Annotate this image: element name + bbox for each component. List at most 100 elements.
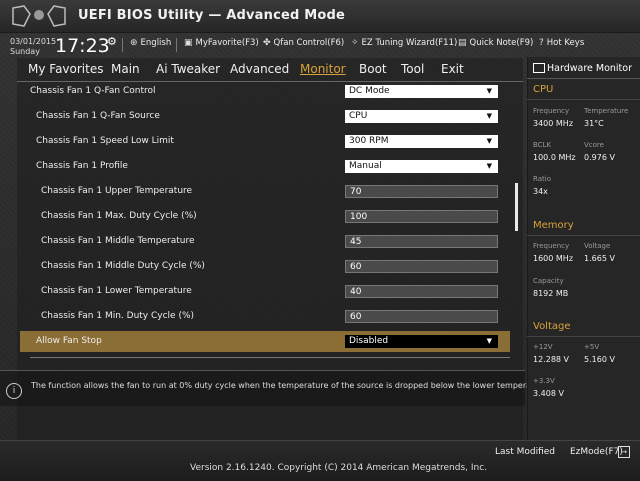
v33-value: 3.408 V — [533, 389, 564, 398]
cpu-temperature-value: 31°C — [584, 119, 604, 128]
quick-note-button[interactable]: ▤ Quick Note(F9) — [458, 38, 533, 48]
setting-label: Chassis Fan 1 Speed Low Limit — [36, 136, 174, 146]
ratio-label: Ratio — [533, 175, 551, 183]
hot-keys-button[interactable]: ? Hot Keys — [539, 38, 584, 48]
tab-exit[interactable]: Exit — [441, 62, 464, 76]
setting-label: Chassis Fan 1 Profile — [36, 161, 128, 171]
cpu-temperature-label: Temperature — [584, 107, 629, 115]
divider — [30, 357, 510, 358]
bclk-value: 100.0 MHz — [533, 153, 576, 162]
ratio-value: 34x — [533, 187, 548, 196]
wizard-label: EZ Tuning Wizard(F11) — [361, 38, 458, 48]
capacity-value: 8192 MB — [533, 289, 569, 298]
memory-frequency-label: Frequency — [533, 242, 570, 250]
app-title: UEFI BIOS Utility — Advanced Mode — [78, 8, 346, 23]
chevron-down-icon: ▼ — [486, 112, 492, 120]
version-text: Version 2.16.1240. Copyright (C) 2014 Am… — [190, 463, 488, 473]
tab-main[interactable]: Main — [111, 62, 140, 76]
language-button[interactable]: ⊕ English — [130, 38, 171, 48]
qfan-source-select[interactable]: CPU ▼ — [345, 110, 498, 123]
v5-label: +5V — [584, 343, 600, 351]
hardware-monitor-title: Hardware Monitor — [547, 63, 632, 74]
tab-tool[interactable]: Tool — [401, 62, 424, 76]
language-label: English — [140, 38, 172, 48]
select-value: Manual — [349, 161, 382, 171]
allow-fan-stop-select[interactable]: Disabled ▼ — [345, 335, 498, 348]
middle-duty-cycle-field[interactable]: 60 — [345, 260, 498, 273]
tab-my-favorites[interactable]: My Favorites — [28, 62, 103, 76]
tab-monitor[interactable]: Monitor — [300, 62, 346, 76]
chevron-down-icon: ▼ — [486, 87, 492, 95]
last-modified-button[interactable]: Last Modified — [495, 447, 555, 457]
max-duty-cycle-field[interactable]: 100 — [345, 210, 498, 223]
select-value: 300 RPM — [349, 136, 389, 146]
setting-label: Allow Fan Stop — [36, 336, 102, 346]
day-text: Sunday — [10, 47, 40, 56]
upper-temperature-field[interactable]: 70 — [345, 185, 498, 198]
memory-voltage-label: Voltage — [584, 242, 611, 250]
select-value: CPU — [349, 111, 368, 121]
chevron-down-icon: ▼ — [486, 137, 492, 145]
tuf-logo-icon — [12, 5, 66, 27]
setting-label: Chassis Fan 1 Lower Temperature — [41, 286, 192, 296]
globe-icon: ⊕ — [130, 38, 138, 48]
memory-frequency-value: 1600 MHz — [533, 254, 574, 263]
qfan-control-select[interactable]: DC Mode ▼ — [345, 85, 498, 98]
myfavorite-label: MyFavorite(F3) — [195, 38, 259, 48]
v12-value: 12.288 V — [533, 355, 570, 364]
select-value: Disabled — [349, 336, 389, 346]
myfavorite-button[interactable]: ▣ MyFavorite(F3) — [184, 38, 259, 48]
lower-temperature-field[interactable]: 40 — [345, 285, 498, 298]
setting-label: Chassis Fan 1 Middle Temperature — [41, 236, 195, 246]
help-text: The function allows the fan to run at 0%… — [31, 381, 550, 390]
vcore-label: Vcore — [584, 141, 604, 149]
bios-screen: UEFI BIOS Utility — Advanced Mode 03/01/… — [0, 0, 640, 481]
setting-label: Chassis Fan 1 Min. Duty Cycle (%) — [41, 311, 195, 321]
separator — [176, 38, 177, 52]
hot-keys-label: Hot Keys — [546, 38, 585, 48]
ez-tuning-wizard-button[interactable]: ✧ EZ Tuning Wizard(F11) — [351, 38, 457, 48]
setting-label: Chassis Fan 1 Max. Duty Cycle (%) — [41, 211, 197, 221]
cpu-section-title: CPU — [533, 84, 554, 95]
capacity-label: Capacity — [533, 277, 564, 285]
min-duty-cycle-field[interactable]: 60 — [345, 310, 498, 323]
divider — [527, 336, 640, 337]
monitor-icon — [533, 63, 545, 73]
tab-advanced[interactable]: Advanced — [230, 62, 289, 76]
clock-display[interactable]: 17:23 — [55, 35, 110, 57]
setting-label: Chassis Fan 1 Q-Fan Control — [30, 86, 156, 96]
note-icon: ▤ — [458, 38, 467, 48]
divider — [527, 99, 640, 100]
v33-label: +3.3V — [533, 377, 555, 385]
favorite-icon: ▣ — [184, 38, 193, 48]
cpu-frequency-label: Frequency — [533, 107, 570, 115]
tab-ai-tweaker[interactable]: Ai Tweaker — [156, 62, 220, 76]
vcore-value: 0.976 V — [584, 153, 615, 162]
v5-value: 5.160 V — [584, 355, 615, 364]
v12-label: +12V — [533, 343, 553, 351]
setting-label: Chassis Fan 1 Upper Temperature — [41, 186, 193, 196]
date-display: 03/01/2015 Sunday — [10, 37, 56, 57]
ezmode-button[interactable]: EzMode(F7) — [570, 447, 623, 457]
setting-label: Chassis Fan 1 Middle Duty Cycle (%) — [41, 261, 205, 271]
tab-boot[interactable]: Boot — [359, 62, 387, 76]
exit-arrow-icon[interactable]: → — [618, 446, 630, 458]
middle-temperature-field[interactable]: 45 — [345, 235, 498, 248]
bclk-label: BCLK — [533, 141, 552, 149]
fan-profile-select[interactable]: Manual ▼ — [345, 160, 498, 173]
memory-voltage-value: 1.665 V — [584, 254, 615, 263]
qfan-label: Qfan Control(F6) — [273, 38, 345, 48]
setting-label: Chassis Fan 1 Q-Fan Source — [36, 111, 160, 121]
scrollbar-thumb[interactable] — [515, 183, 518, 231]
qfan-control-button[interactable]: ✤ Qfan Control(F6) — [263, 38, 344, 48]
cpu-frequency-value: 3400 MHz — [533, 119, 574, 128]
divider — [527, 235, 640, 236]
speed-low-limit-select[interactable]: 300 RPM ▼ — [345, 135, 498, 148]
fan-icon: ✤ — [263, 38, 271, 48]
chevron-down-icon: ▼ — [486, 162, 492, 170]
voltage-section-title: Voltage — [533, 321, 571, 332]
gear-icon[interactable]: ⚙ — [107, 35, 117, 48]
info-icon: i — [6, 383, 22, 399]
memory-section-title: Memory — [533, 220, 574, 231]
separator — [122, 38, 123, 52]
